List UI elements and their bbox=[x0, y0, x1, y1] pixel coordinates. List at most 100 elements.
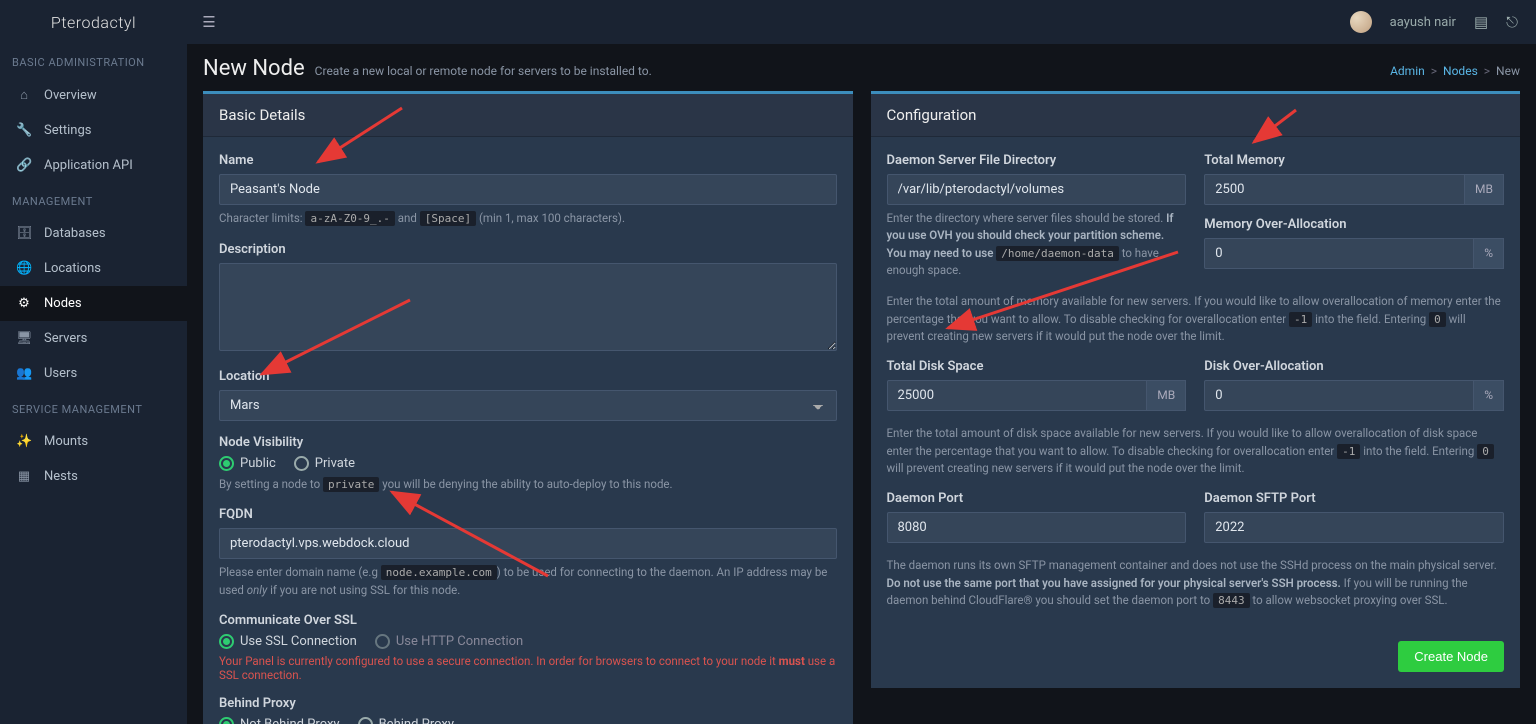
sidebar-header: BASIC ADMINISTRATION bbox=[0, 44, 187, 77]
magic-icon: ✨ bbox=[16, 434, 32, 449]
sidebar-item-label: Mounts bbox=[44, 434, 88, 449]
radio-icon bbox=[294, 456, 309, 471]
help-filedir: Enter the directory where server files s… bbox=[887, 210, 1187, 279]
warn-ssl: Your Panel is currently configured to us… bbox=[219, 654, 837, 682]
help-disk: Enter the total amount of disk space ava… bbox=[887, 425, 1505, 477]
addon-pct: % bbox=[1474, 380, 1504, 411]
fqdn-input[interactable] bbox=[219, 528, 837, 559]
page-subtitle: Create a new local or remote node for se… bbox=[315, 64, 652, 78]
total-memory-input[interactable] bbox=[1204, 174, 1465, 205]
breadcrumb: Admin>Nodes>New bbox=[1390, 64, 1520, 78]
name-input[interactable] bbox=[219, 174, 837, 205]
sftp-port-input[interactable] bbox=[1204, 512, 1504, 543]
radio-label: Behind Proxy bbox=[379, 717, 454, 724]
hamburger-icon: ☰ bbox=[202, 13, 215, 31]
sidebar-toggle[interactable]: ☰ bbox=[187, 13, 231, 31]
radio-icon bbox=[219, 717, 234, 724]
sidebar-header: MANAGEMENT bbox=[0, 183, 187, 216]
sidebar: BASIC ADMINISTRATION ⌂Overview 🔧 Settings… bbox=[0, 44, 187, 724]
radio-private[interactable]: Private bbox=[294, 456, 355, 471]
help-sftp: The daemon runs its own SFTP management … bbox=[887, 557, 1505, 609]
total-disk-input[interactable] bbox=[887, 380, 1148, 411]
label-visibility: Node Visibility bbox=[219, 435, 837, 450]
sidebar-item-label: Settings bbox=[44, 123, 91, 138]
sidebar-item-label: Locations bbox=[44, 261, 101, 276]
sidebar-item-servers[interactable]: 🖥 Servers bbox=[0, 321, 187, 356]
breadcrumb-admin[interactable]: Admin bbox=[1390, 64, 1425, 78]
label-file-dir: Daemon Server File Directory bbox=[887, 153, 1187, 168]
addon-mb: MB bbox=[1147, 380, 1186, 411]
memory-over-input[interactable] bbox=[1204, 238, 1474, 269]
radio-icon bbox=[358, 717, 373, 724]
link-icon: 🔗 bbox=[16, 158, 32, 173]
radio-label: Public bbox=[240, 456, 276, 471]
radio-public[interactable]: Public bbox=[219, 456, 276, 471]
radio-behind-proxy[interactable]: Behind Proxy bbox=[358, 717, 454, 724]
label-name: Name bbox=[219, 153, 837, 168]
sidebar-item-nodes[interactable]: ⚙ Nodes bbox=[0, 286, 187, 321]
sidebar-header: SERVICE MANAGEMENT bbox=[0, 391, 187, 424]
sitemap-icon: ⚙ bbox=[16, 296, 32, 311]
addon-mb: MB bbox=[1465, 174, 1504, 205]
radio-icon bbox=[219, 456, 234, 471]
radio-icon bbox=[375, 634, 390, 649]
sidebar-item-mounts[interactable]: ✨ Mounts bbox=[0, 424, 187, 459]
sidebar-item-label: Databases bbox=[44, 226, 106, 241]
label-sftp-port: Daemon SFTP Port bbox=[1204, 491, 1504, 506]
radio-ssl[interactable]: Use SSL Connection bbox=[219, 634, 357, 649]
label-daemon-port: Daemon Port bbox=[887, 491, 1187, 506]
sidebar-item-label: Servers bbox=[44, 331, 87, 346]
label-memory-over: Memory Over-Allocation bbox=[1204, 217, 1504, 232]
sidebar-item-users[interactable]: 👥 Users bbox=[0, 356, 187, 391]
radio-label: Use HTTP Connection bbox=[396, 634, 523, 649]
label-location: Location bbox=[219, 369, 837, 384]
avatar[interactable] bbox=[1350, 11, 1372, 33]
logout-icon[interactable]: ⎋ bbox=[1506, 13, 1518, 31]
label-proxy: Behind Proxy bbox=[219, 696, 837, 711]
sidebar-item-api[interactable]: 🔗 Application API bbox=[0, 148, 187, 183]
panel-title-config: Configuration bbox=[871, 94, 1521, 137]
sidebar-item-databases[interactable]: 🗄 Databases bbox=[0, 216, 187, 251]
sidebar-item-label: Nests bbox=[44, 469, 78, 484]
wrench-icon: 🔧 bbox=[16, 123, 32, 138]
sidebar-item-overview[interactable]: ⌂Overview bbox=[0, 77, 187, 113]
globe-icon: 🌐 bbox=[16, 261, 32, 276]
help-memory: Enter the total amount of memory availab… bbox=[887, 293, 1505, 345]
server-icon: 🖥 bbox=[16, 331, 32, 346]
file-dir-input[interactable] bbox=[887, 174, 1187, 205]
home-icon: ⌂ bbox=[16, 87, 32, 103]
sidebar-item-label: Application API bbox=[44, 158, 133, 173]
label-total-memory: Total Memory bbox=[1204, 153, 1504, 168]
breadcrumb-nodes[interactable]: Nodes bbox=[1443, 64, 1478, 78]
label-disk-over: Disk Over-Allocation bbox=[1204, 359, 1504, 374]
sidebar-item-settings[interactable]: 🔧 Settings bbox=[0, 113, 187, 148]
radio-label: Not Behind Proxy bbox=[240, 717, 340, 724]
create-node-button[interactable]: Create Node bbox=[1398, 641, 1504, 672]
username[interactable]: aayush nair bbox=[1390, 15, 1456, 30]
radio-label: Private bbox=[315, 456, 355, 471]
brand[interactable]: Pterodactyl bbox=[0, 13, 187, 32]
disk-over-input[interactable] bbox=[1204, 380, 1474, 411]
exit-admin-icon[interactable]: ▤ bbox=[1474, 13, 1488, 31]
radio-http: Use HTTP Connection bbox=[375, 634, 523, 649]
sidebar-item-nests[interactable]: ▦ Nests bbox=[0, 459, 187, 494]
radio-label: Use SSL Connection bbox=[240, 634, 357, 649]
label-description: Description bbox=[219, 242, 837, 257]
sidebar-item-locations[interactable]: 🌐 Locations bbox=[0, 251, 187, 286]
database-icon: 🗄 bbox=[16, 226, 32, 241]
sidebar-item-label: Users bbox=[44, 366, 77, 381]
help-visibility: By setting a node to private you will be… bbox=[219, 476, 837, 494]
users-icon: 👥 bbox=[16, 366, 32, 381]
location-select[interactable]: Mars bbox=[219, 390, 837, 421]
th-large-icon: ▦ bbox=[16, 469, 32, 484]
breadcrumb-current: New bbox=[1496, 64, 1520, 78]
radio-not-behind-proxy[interactable]: Not Behind Proxy bbox=[219, 717, 340, 724]
label-fqdn: FQDN bbox=[219, 507, 837, 522]
description-textarea[interactable] bbox=[219, 263, 837, 351]
sidebar-item-label: Nodes bbox=[44, 296, 82, 311]
label-total-disk: Total Disk Space bbox=[887, 359, 1187, 374]
page-title: New Node bbox=[203, 56, 305, 81]
radio-icon bbox=[219, 634, 234, 649]
daemon-port-input[interactable] bbox=[887, 512, 1187, 543]
addon-pct: % bbox=[1474, 238, 1504, 269]
